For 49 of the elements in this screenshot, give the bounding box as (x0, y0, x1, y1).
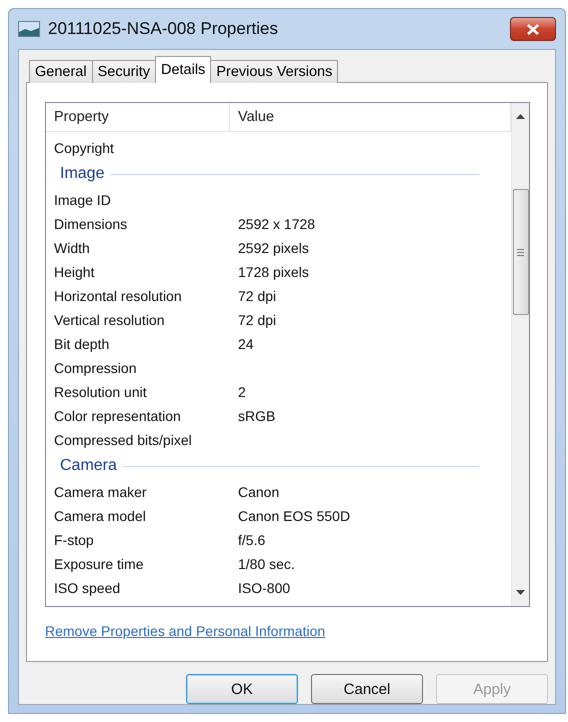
property-value: ISO-800 (237, 580, 290, 596)
property-name: F-stop (53, 532, 95, 548)
property-value: sRGB (237, 408, 276, 424)
property-name: Resolution unit (53, 384, 148, 400)
property-name: Color representation (53, 408, 182, 424)
property-name: Copyright (53, 140, 115, 156)
property-value: 72 dpi (237, 312, 276, 328)
remove-properties-link[interactable]: Remove Properties and Personal Information (45, 623, 326, 639)
property-name: Height (53, 264, 96, 280)
property-name: Camera maker (53, 484, 148, 500)
property-name: Compression (53, 360, 138, 376)
group-heading: Camera (60, 457, 117, 475)
scroll-up-icon[interactable] (516, 114, 525, 119)
close-icon (527, 24, 539, 34)
image-file-icon (18, 21, 40, 37)
property-value: Canon (237, 484, 280, 500)
scroll-thumb[interactable] (512, 189, 528, 315)
group-heading: Image (60, 165, 104, 183)
scrollbar[interactable] (511, 103, 529, 606)
property-value: 2592 pixels (237, 240, 309, 256)
property-value: f/5.6 (237, 532, 266, 548)
property-name: Dimensions (53, 216, 128, 232)
property-value: 1728 pixels (237, 264, 309, 280)
property-value: Canon EOS 550D (237, 508, 350, 524)
property-value: 24 (237, 336, 254, 352)
tab[interactable]: Previous Versions (210, 60, 338, 83)
property-name: Compressed bits/pixel (53, 432, 193, 448)
property-name: Camera model (53, 508, 147, 524)
property-value: 2 (237, 384, 246, 400)
property-name: ISO speed (53, 580, 122, 596)
property-name: Image ID (53, 192, 112, 208)
scroll-down-icon[interactable] (516, 590, 525, 595)
property-name: Width (53, 240, 91, 256)
tab[interactable]: General (29, 60, 93, 83)
property-name: Bit depth (53, 336, 110, 352)
property-name: Horizontal resolution (53, 288, 183, 304)
close-button[interactable] (510, 17, 556, 41)
property-name: Vertical resolution (53, 312, 166, 328)
property-value: 72 dpi (237, 288, 276, 304)
tab[interactable]: Security (92, 60, 156, 83)
window-title: 20111025-NSA-008 Properties (48, 19, 279, 39)
grip-icon (517, 248, 524, 256)
property-value: 2592 x 1728 (237, 216, 316, 232)
property-value: 1/80 sec. (237, 556, 295, 572)
tab[interactable]: Details (154, 56, 212, 83)
property-name: Exposure time (53, 556, 144, 572)
dialog-button[interactable]: Cancel (311, 674, 423, 704)
dialog-button[interactable]: OK (186, 674, 298, 704)
column-header[interactable]: Property (46, 103, 230, 131)
